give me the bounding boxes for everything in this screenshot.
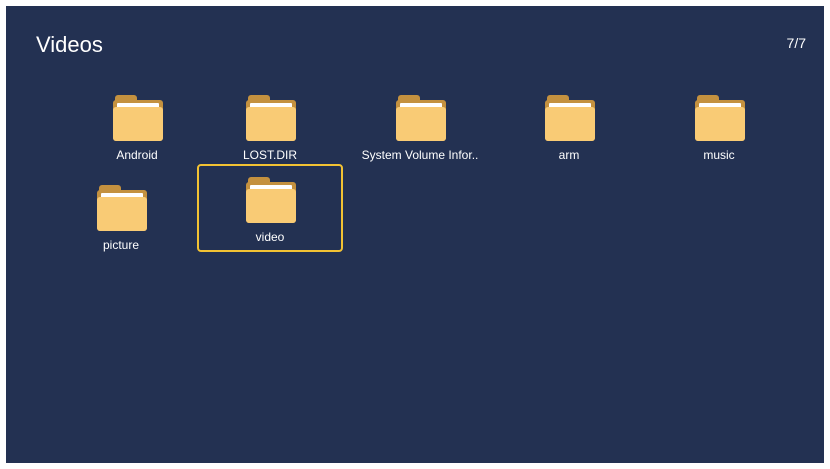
- folder-item-video-selected[interactable]: video: [197, 164, 343, 252]
- folder-item-picture[interactable]: picture: [48, 172, 194, 260]
- folder-icon: [396, 95, 446, 141]
- folder-label: arm: [558, 148, 580, 162]
- folder-icon: [545, 95, 595, 141]
- folder-label: picture: [102, 238, 140, 252]
- folder-item-android[interactable]: Android: [64, 82, 210, 170]
- folder-item-system-volume-information[interactable]: System Volume Infor..: [347, 82, 493, 170]
- folder-label: Android: [116, 148, 158, 162]
- file-browser-screen: Videos 7/7 Android LOST.DIR System Volum…: [6, 6, 824, 463]
- folder-label: System Volume Infor..: [361, 148, 479, 162]
- folder-label: video: [255, 230, 285, 244]
- folder-label: music: [703, 148, 735, 162]
- folder-item-music[interactable]: music: [646, 82, 792, 170]
- folder-label: LOST.DIR: [242, 148, 297, 162]
- folder-icon: [246, 177, 296, 223]
- folder-grid: Android LOST.DIR System Volume Infor.. a…: [6, 6, 824, 463]
- folder-icon: [246, 95, 296, 141]
- folder-icon: [97, 185, 147, 231]
- folder-icon: [695, 95, 745, 141]
- folder-item-lost-dir[interactable]: LOST.DIR: [197, 82, 343, 170]
- folder-item-arm[interactable]: arm: [496, 82, 642, 170]
- folder-icon: [113, 95, 163, 141]
